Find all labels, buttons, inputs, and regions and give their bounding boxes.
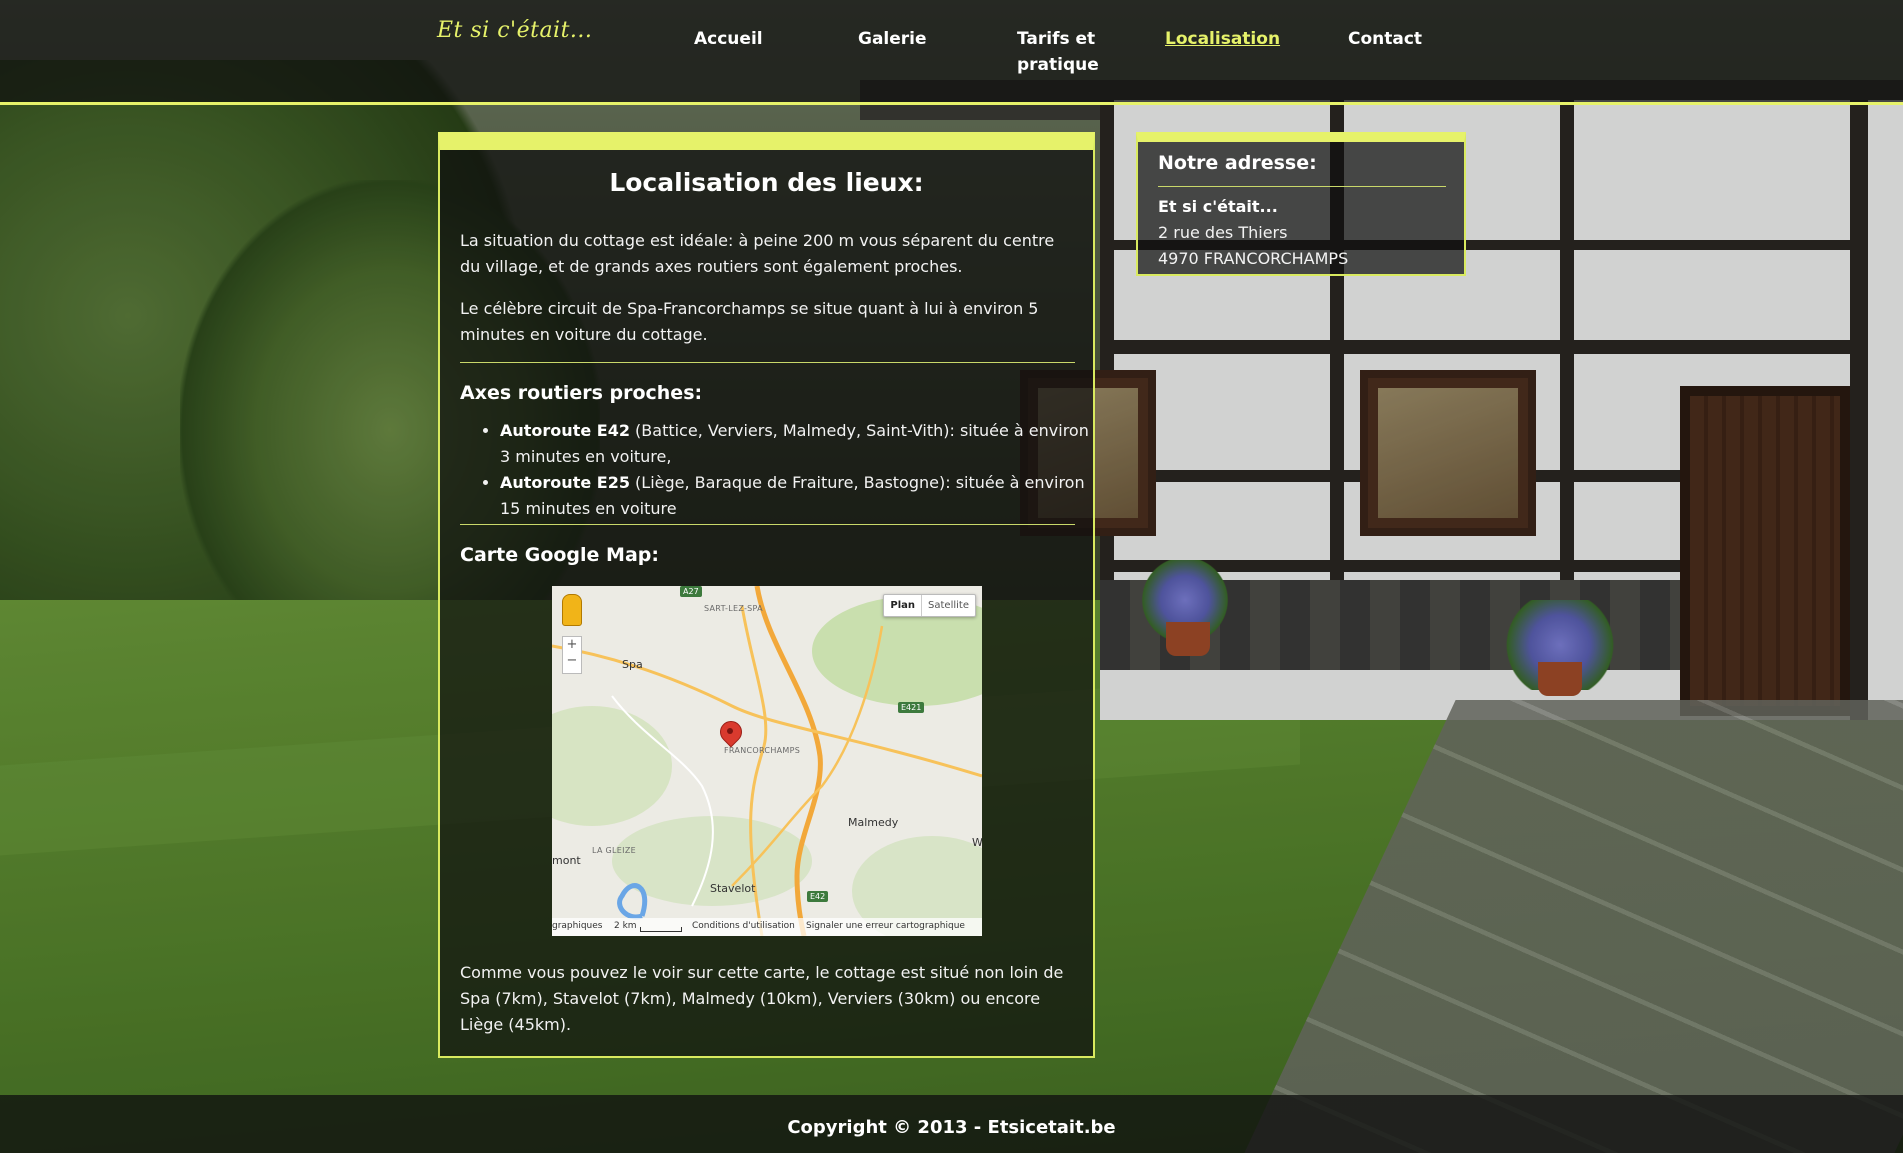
map-label: FRANCORCHAMPS <box>724 746 801 755</box>
intro-paragraph-2: Le célèbre circuit de Spa-Francorchamps … <box>460 299 1039 344</box>
map-label: Malmedy <box>848 816 899 829</box>
page-title: Localisation des lieux: <box>609 168 924 197</box>
map-label: LA GLEIZE <box>592 846 636 855</box>
address-street: 2 rue des Thiers <box>1158 223 1288 242</box>
divider <box>460 362 1075 363</box>
google-map[interactable]: A27 E421 E42 SART-LEZ-SPA Spa FRANCORCHA… <box>552 586 982 936</box>
zoom-out-button[interactable]: − <box>563 653 581 669</box>
site-header: Et si c'était... Accueil Galerie Tarifs … <box>0 0 1903 105</box>
map-satellite-button[interactable]: Satellite <box>922 595 975 616</box>
copyright: Copyright © 2013 - Etsicetait.be <box>787 1117 1116 1138</box>
intro-paragraph-1: La situation du cottage est idéale: à pe… <box>460 231 1055 276</box>
address-city: 4970 FRANCORCHAMPS <box>1158 249 1349 268</box>
list-item: Autoroute E42 (Battice, Verviers, Malmed… <box>500 418 1100 470</box>
nav-tarifs-line1: Tarifs et <box>1017 29 1096 49</box>
roads-list: Autoroute E42 (Battice, Verviers, Malmed… <box>460 418 1100 522</box>
zoom-in-button[interactable]: + <box>563 637 581 653</box>
map-scale-label: 2 km <box>614 921 637 931</box>
address-title: Notre adresse: <box>1158 152 1317 174</box>
map-scale-bar <box>640 927 682 932</box>
map-report-link[interactable]: Signaler une erreur cartographique <box>806 921 965 931</box>
nav-contact[interactable]: Contact <box>1348 26 1422 52</box>
road-shield: A27 <box>680 586 702 597</box>
map-label: SART-LEZ-SPA <box>704 604 763 613</box>
address-name: Et si c'était... <box>1158 197 1278 216</box>
roads-title: Axes routiers proches: <box>460 382 703 404</box>
street-view-pegman-icon[interactable] <box>562 594 582 626</box>
nav-tarifs[interactable]: Tarifs et pratique <box>1017 26 1099 78</box>
divider <box>460 524 1075 525</box>
map-label: W <box>972 836 982 849</box>
nav-galerie[interactable]: Galerie <box>858 26 927 52</box>
road-name: Autoroute E25 <box>500 473 630 492</box>
map-label: Spa <box>622 658 643 671</box>
road-name: Autoroute E42 <box>500 421 630 440</box>
map-type-control: Plan Satellite <box>883 594 976 617</box>
map-roads <box>552 586 982 936</box>
nav-accueil[interactable]: Accueil <box>694 26 763 52</box>
map-terms-link[interactable]: Conditions d'utilisation <box>692 921 795 931</box>
content-panel: Localisation des lieux: La situation du … <box>438 132 1095 1058</box>
nav-tarifs-line2: pratique <box>1017 55 1099 75</box>
site-logo[interactable]: Et si c'était... <box>437 18 592 43</box>
road-shield: E42 <box>807 891 829 902</box>
map-footer: graphiques 2 km Conditions d'utilisation… <box>552 918 982 936</box>
site-footer: Copyright © 2013 - Etsicetait.be <box>0 1095 1903 1153</box>
outro-paragraph: Comme vous pouvez le voir sur cette cart… <box>460 963 1064 1034</box>
map-label: Stavelot <box>710 882 756 895</box>
map-label: mont <box>552 854 581 867</box>
road-shield: E421 <box>898 702 925 713</box>
map-title: Carte Google Map: <box>460 544 659 566</box>
address-box: Notre adresse: Et si c'était... 2 rue de… <box>1136 132 1466 276</box>
nav-localisation[interactable]: Localisation <box>1165 26 1280 52</box>
divider <box>1158 186 1446 187</box>
map-plan-button[interactable]: Plan <box>884 595 923 616</box>
zoom-control[interactable]: + − <box>562 636 582 674</box>
list-item: Autoroute E25 (Liège, Baraque de Fraitur… <box>500 470 1100 522</box>
map-data-credit: graphiques <box>552 921 603 931</box>
